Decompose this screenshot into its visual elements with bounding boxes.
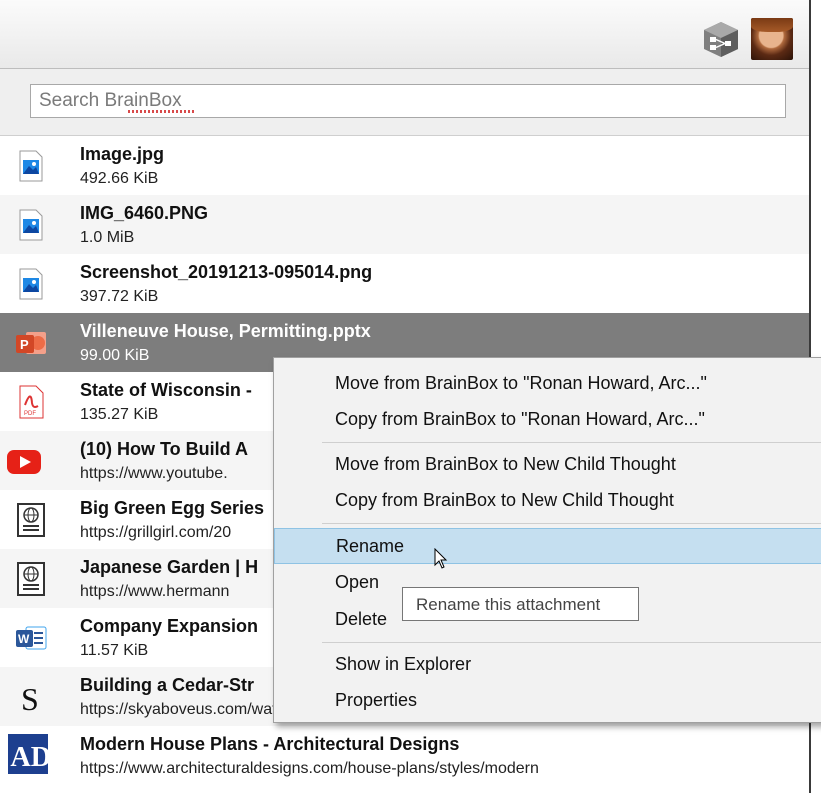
web-page-icon [17,503,45,537]
menu-item-copy-to-thought[interactable]: Copy from BrainBox to "Ronan Howard, Arc… [274,402,821,438]
menu-item-label: Properties [335,690,418,710]
item-detail: 1.0 MiB [80,229,135,246]
svg-text:P: P [20,337,29,352]
site-favicon-s-icon: S [21,681,39,714]
menu-item-move-to-thought[interactable]: Move from BrainBox to "Ronan Howard, Arc… [274,366,821,402]
item-name: Building a Cedar-Str [80,675,255,695]
item-detail: 11.57 KiB [80,642,149,659]
svg-text:W: W [18,632,30,646]
site-favicon-ad-icon: AD [8,734,48,774]
svg-text:PDF: PDF [24,411,36,417]
mouse-pointer-icon [434,548,448,569]
item-detail: 99.00 KiB [80,347,150,364]
brainbox-cube-icon[interactable] [701,20,741,58]
item-detail: 492.66 KiB [80,170,159,187]
item-detail: https://grillgirl.com/20 [80,524,232,541]
youtube-icon [7,450,41,474]
item-name: IMG_6460.PNG [80,203,209,223]
image-file-icon [19,268,43,300]
context-menu: Move from BrainBox to "Ronan Howard, Arc… [273,357,821,723]
menu-item-properties[interactable]: Properties [274,683,821,719]
menu-item-label: Move from BrainBox to New Child Thought [335,454,676,474]
spellcheck-underline [128,110,196,113]
svg-text:AD: AD [10,742,48,773]
brainbox-header [0,0,809,69]
user-avatar[interactable] [751,18,793,60]
menu-item-label: Show in Explorer [335,654,472,674]
menu-item-move-to-new-child[interactable]: Move from BrainBox to New Child Thought [274,447,821,483]
list-item[interactable]: IMG_6460.PNG 1.0 MiB [0,195,809,254]
item-name: Japanese Garden | H [80,557,259,577]
menu-separator [322,523,821,524]
item-detail: https://www.youtube. [80,465,228,482]
menu-item-rename[interactable]: Rename [274,528,821,564]
menu-item-label: Copy from BrainBox to "Ronan Howard, Arc… [335,409,705,429]
list-item[interactable]: AD Modern House Plans - Architectural De… [0,726,809,785]
image-file-icon [19,209,43,241]
word-icon: W [16,626,47,650]
menu-item-label: Copy from BrainBox to New Child Thought [335,490,674,510]
web-page-icon [17,562,45,596]
item-name: (10) How To Build A [80,439,248,459]
menu-separator [322,442,821,443]
item-name: State of Wisconsin - [80,380,252,400]
menu-item-label: Open [335,572,380,592]
menu-item-label: Rename [336,536,405,556]
list-item[interactable]: Image.jpg 492.66 KiB [0,136,809,195]
item-detail: 397.72 KiB [80,288,159,305]
menu-item-label: Delete [335,609,388,629]
search-bar [0,69,809,136]
list-item[interactable]: Screenshot_20191213-095014.png 397.72 Ki… [0,254,809,313]
item-detail: 135.27 KiB [80,406,159,423]
item-name: Image.jpg [80,144,165,164]
menu-item-show-in-explorer[interactable]: Show in Explorer [274,647,821,683]
pdf-icon: PDF [19,385,44,419]
menu-separator [322,642,821,643]
tooltip: Rename this attachment [402,587,639,621]
item-name: Company Expansion [80,616,259,636]
item-name: Big Green Egg Series [80,498,265,518]
powerpoint-icon: P [16,332,46,354]
menu-item-label: Move from BrainBox to "Ronan Howard, Arc… [335,373,707,393]
menu-item-copy-to-new-child[interactable]: Copy from BrainBox to New Child Thought [274,483,821,519]
item-name: Screenshot_20191213-095014.png [80,262,373,282]
item-detail: https://www.hermann [80,583,230,600]
item-detail: https://www.architecturaldesigns.com/hou… [80,760,539,777]
svg-text:S: S [21,681,39,714]
item-name: Modern House Plans - Architectural Desig… [80,734,460,754]
item-name: Villeneuve House, Permitting.pptx [80,321,371,341]
image-file-icon [19,150,43,182]
